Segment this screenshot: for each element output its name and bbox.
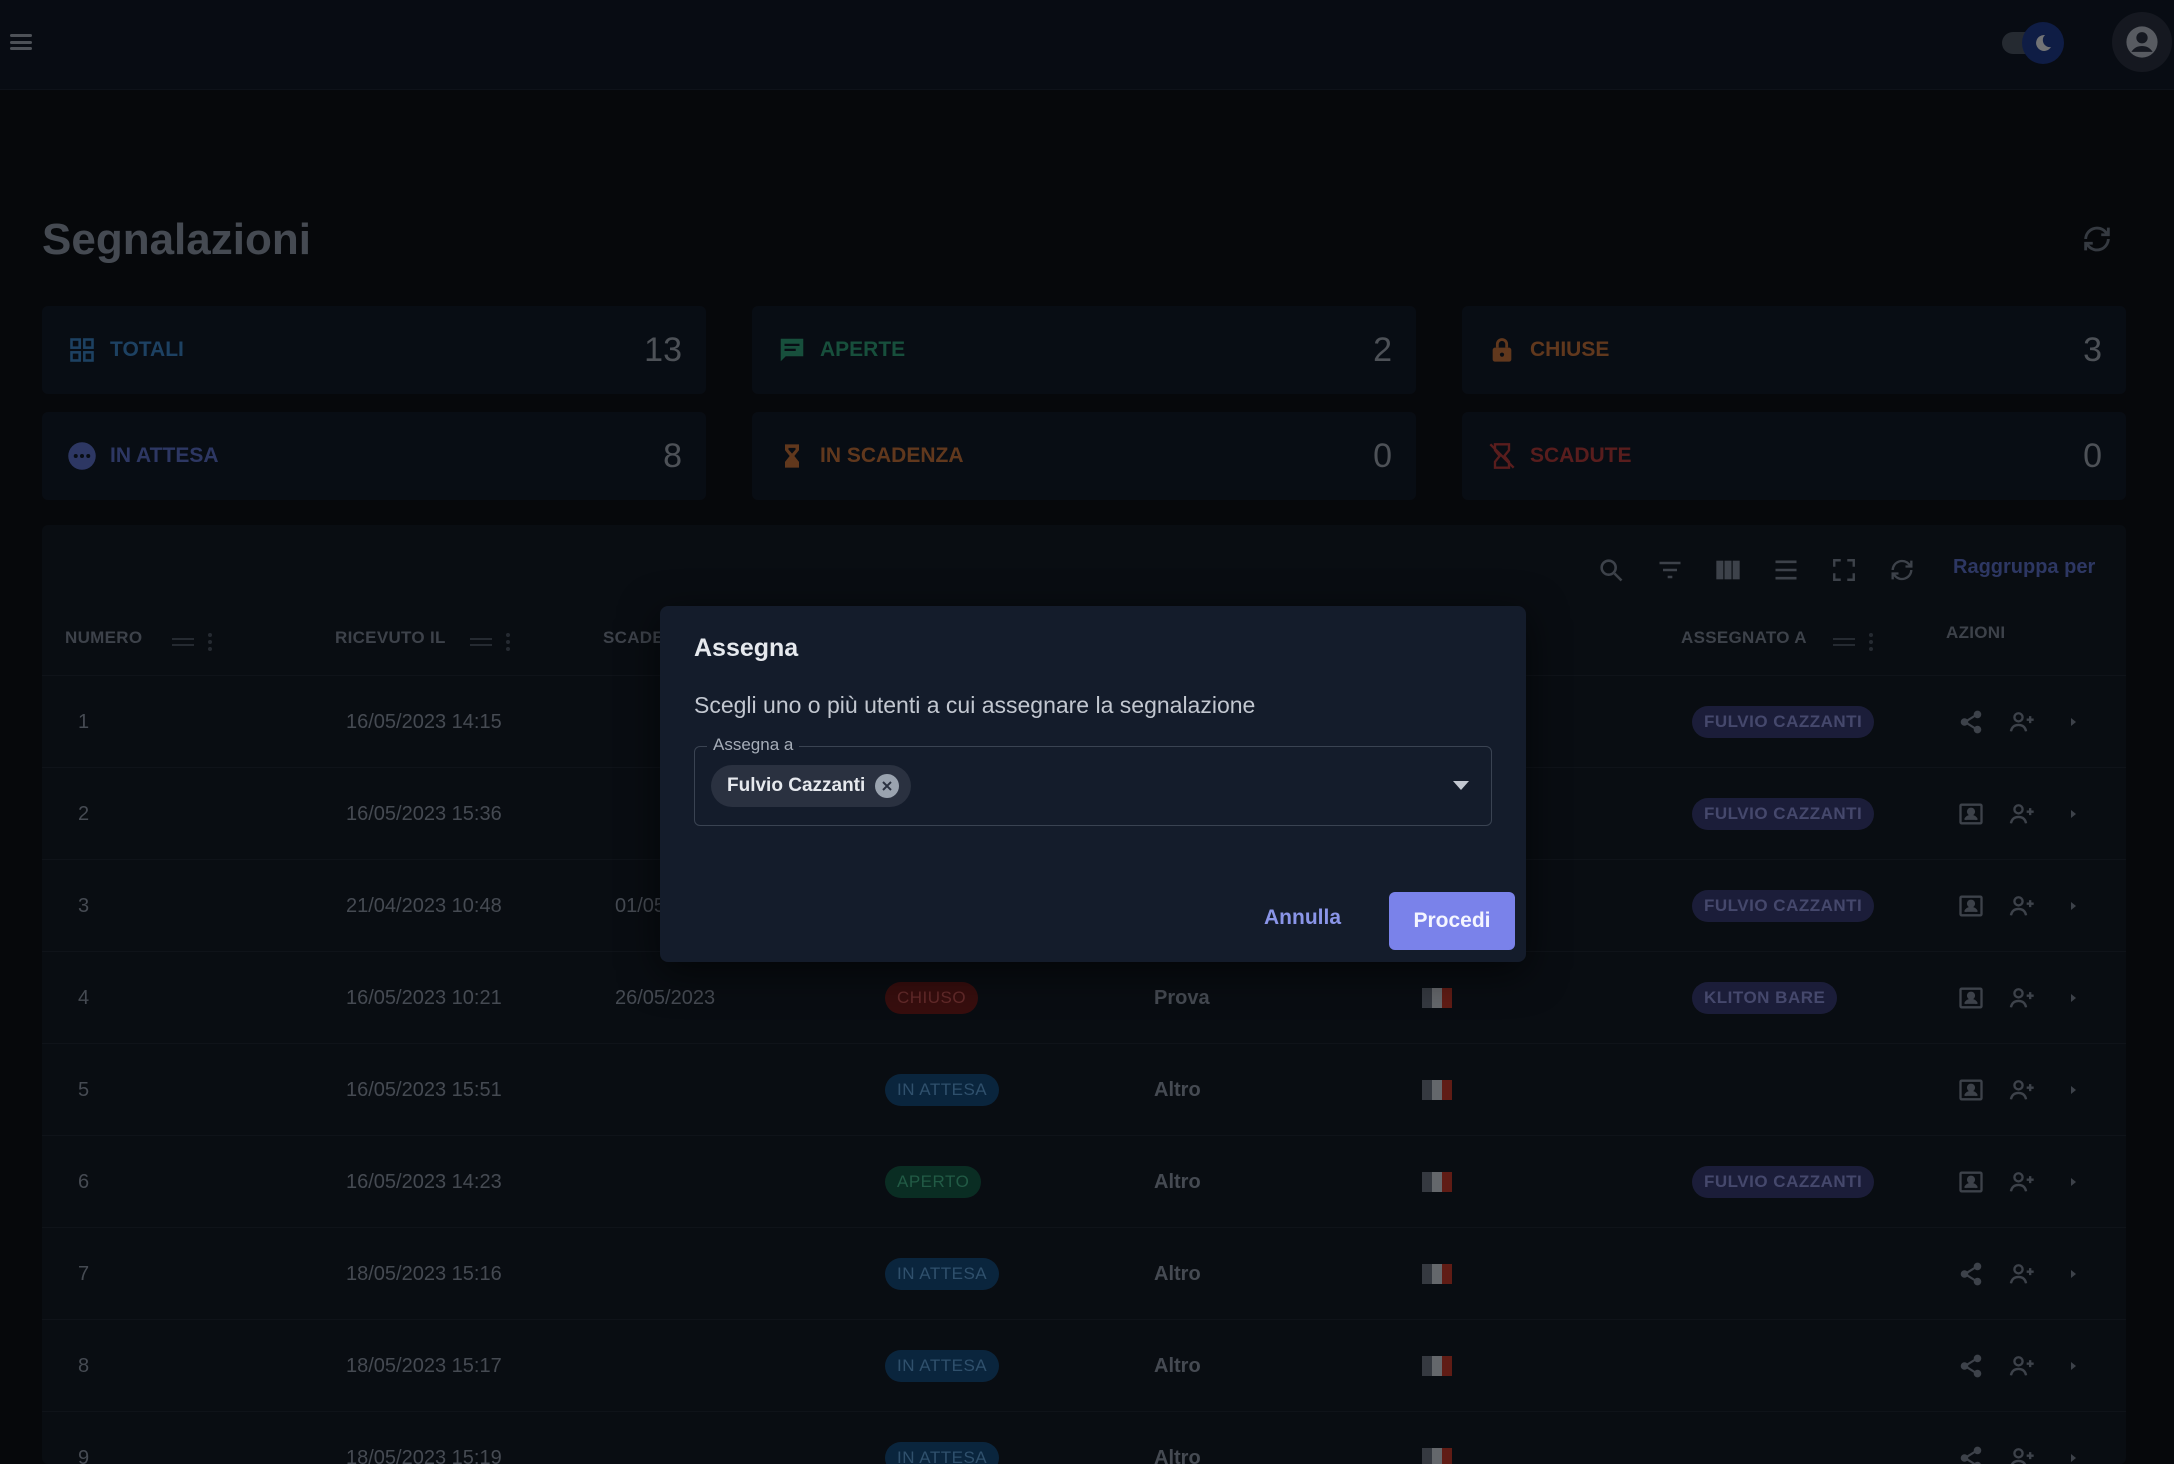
cancel-button[interactable]: Annulla [1264, 906, 1341, 930]
dialog-text: Scegli uno o più utenti a cui assegnare … [694, 692, 1256, 718]
chip-label: Fulvio Cazzanti [727, 775, 866, 796]
close-icon[interactable] [875, 774, 900, 798]
chevron-down-icon[interactable] [1453, 781, 1469, 790]
field-label: Assegna a [707, 735, 800, 755]
assign-dialog: Assegna Scegli uno o più utenti a cui as… [660, 606, 1526, 962]
selected-user-chip: Fulvio Cazzanti [711, 765, 912, 807]
assign-select[interactable]: Assegna a Fulvio Cazzanti [694, 735, 1492, 826]
proceed-button[interactable]: Procedi [1389, 892, 1515, 950]
dialog-title: Assegna [694, 634, 799, 662]
